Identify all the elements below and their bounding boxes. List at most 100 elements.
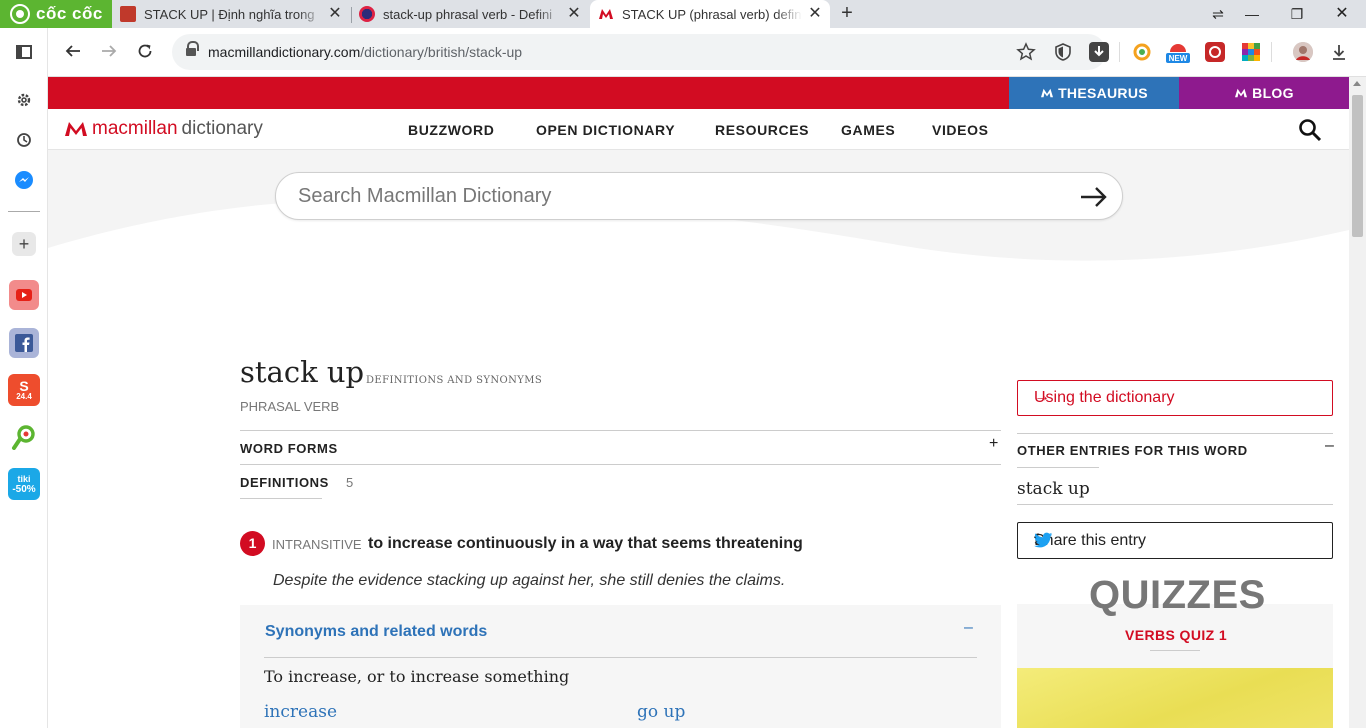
oxford-favicon-icon — [359, 6, 375, 22]
close-tab-icon[interactable]: ✕ — [806, 5, 824, 23]
tiki-label: tiki — [17, 473, 31, 484]
logo-part2: dictionary — [181, 118, 263, 139]
nav-games[interactable]: GAMES — [841, 122, 895, 138]
tab-strip: cốc cốc STACK UP | Định nghĩa trong ✕ st… — [0, 0, 1366, 28]
synonym-link[interactable]: increase — [264, 702, 337, 722]
facebook-icon[interactable] — [9, 328, 39, 358]
macmillan-logo[interactable]: macmillan dictionary — [64, 118, 263, 140]
scrollbar-thumb[interactable] — [1352, 95, 1363, 237]
youtube-icon[interactable] — [9, 280, 39, 310]
bookmark-star-icon[interactable] — [1016, 42, 1036, 62]
sidebar-divider — [8, 211, 40, 212]
share-entry-box: Share this entry f — [1017, 522, 1333, 559]
nav-videos[interactable]: VIDEOS — [932, 122, 989, 138]
search-submit-arrow-icon[interactable] — [1078, 181, 1110, 213]
page-scrollbar[interactable] — [1349, 77, 1366, 728]
scroll-up-arrow-icon[interactable] — [1353, 81, 1361, 86]
coccoc-logo-icon — [10, 4, 30, 24]
tiki-badge: -50% — [12, 483, 36, 495]
shield-favicon-icon — [120, 6, 136, 22]
tab-1[interactable]: STACK UP | Định nghĩa trong ✕ — [112, 0, 350, 28]
tab-title: STACK UP | Định nghĩa trong — [144, 6, 315, 22]
back-button[interactable] — [62, 42, 84, 64]
shield-icon[interactable] — [1053, 42, 1073, 62]
profile-avatar[interactable] — [1293, 42, 1313, 62]
other-entries-heading[interactable]: OTHER ENTRIES FOR THIS WORD — [1017, 443, 1248, 458]
twitter-share-icon[interactable] — [1034, 532, 1053, 548]
logo-part1: macmillan — [92, 118, 178, 139]
lock-icon[interactable] — [186, 41, 199, 57]
quiz-divider — [1150, 650, 1200, 651]
definitions-underline — [240, 498, 322, 499]
tab-title: stack-up phrasal verb - Defini — [383, 6, 553, 22]
web-page: THESAURUS BLOG macmillan dictionary BUZZW… — [48, 77, 1349, 728]
blog-label: BLOG — [1252, 85, 1294, 101]
synonym-link[interactable]: go up — [637, 702, 685, 722]
blog-link[interactable]: BLOG — [1179, 77, 1349, 109]
address-bar[interactable]: macmillandictionary.com/dictionary/briti… — [172, 34, 1106, 70]
search-input[interactable] — [298, 183, 1038, 209]
new-tab-button[interactable]: + — [836, 2, 858, 24]
color-grid-extension-icon[interactable] — [1241, 42, 1261, 62]
macmillan-mark-icon — [1235, 88, 1248, 98]
settings-icon[interactable] — [12, 88, 36, 112]
forward-button[interactable] — [98, 42, 120, 64]
example-sentence: Despite the evidence stacking up against… — [273, 572, 786, 589]
close-tab-icon[interactable]: ✕ — [326, 5, 344, 23]
definitions-heading: DEFINITIONS — [240, 475, 329, 490]
arrow-right-icon: → — [1034, 388, 1050, 405]
definitions-count: 5 — [346, 475, 354, 490]
cococ-map-icon[interactable] — [9, 422, 39, 452]
new-extension-icon[interactable]: NEW — [1166, 42, 1190, 63]
search-hero — [48, 150, 1349, 310]
using-the-dictionary-button[interactable]: Using the dictionary → — [1017, 380, 1333, 416]
reload-button[interactable] — [134, 42, 156, 64]
divider — [1017, 433, 1333, 434]
nav-resources[interactable]: RESOURCES — [715, 122, 809, 138]
other-entries-underline — [1017, 467, 1099, 468]
thesaurus-link[interactable]: THESAURUS — [1009, 77, 1179, 109]
other-entry-link[interactable]: stack up — [1017, 479, 1090, 499]
thesaurus-label: THESAURUS — [1058, 85, 1148, 101]
add-icon[interactable]: + — [12, 232, 36, 256]
word-forms-toggle[interactable]: WORD FORMS — [240, 441, 338, 456]
download-ext-icon[interactable] — [1089, 42, 1109, 62]
tab-3-active[interactable]: STACK UP (phrasal verb) defin ✕ — [590, 0, 830, 28]
close-tab-icon[interactable]: ✕ — [565, 5, 583, 23]
browser-sidebar: + S 24.4 tiki -50% — [0, 28, 48, 728]
expand-plus-icon[interactable]: + — [989, 435, 998, 453]
downloads-icon[interactable] — [1329, 42, 1349, 62]
quizzes-heading: QUIZZES — [1089, 573, 1266, 617]
url-domain: macmillandictionary.com — [208, 44, 361, 60]
coccoc-menu-button[interactable]: cốc cốc — [0, 0, 112, 28]
collapse-minus-icon[interactable]: – — [964, 619, 973, 637]
restore-button[interactable]: ❐ — [1275, 0, 1319, 28]
tiki-icon[interactable]: tiki -50% — [8, 468, 40, 500]
red-extension-icon[interactable] — [1205, 42, 1225, 62]
brand-name: cốc cốc — [36, 4, 103, 23]
grammar-label: INTRANSITIVE — [272, 537, 362, 552]
browser-toolbar: macmillandictionary.com/dictionary/briti… — [48, 28, 1366, 77]
nav-open-dictionary[interactable]: OPEN DICTIONARY — [536, 122, 675, 138]
quiz-image[interactable] — [1017, 668, 1333, 728]
svg-text:NEW: NEW — [1169, 54, 1188, 63]
quiz-title-link[interactable]: VERBS QUIZ 1 — [1125, 627, 1227, 643]
synonyms-heading[interactable]: Synonyms and related words — [265, 623, 487, 641]
search-box — [275, 172, 1123, 220]
tab-title: STACK UP (phrasal verb) defin — [622, 6, 802, 22]
synonyms-sense: To increase, or to increase something — [264, 667, 570, 686]
messenger-icon[interactable] — [12, 168, 36, 192]
minimize-button[interactable]: — — [1230, 0, 1274, 28]
search-icon[interactable] — [1298, 118, 1322, 142]
sidebar-toggle-icon[interactable] — [12, 40, 36, 64]
part-of-speech: PHRASAL VERB — [240, 399, 340, 414]
url-path: /dictionary/british/stack-up — [360, 44, 523, 60]
shopee-icon[interactable]: S 24.4 — [8, 374, 40, 406]
close-window-button[interactable]: ✕ — [1320, 0, 1364, 28]
nav-buzzword[interactable]: BUZZWORD — [408, 122, 494, 138]
tab-2[interactable]: stack-up phrasal verb - Defini ✕ — [351, 0, 589, 28]
history-icon[interactable] — [12, 128, 36, 152]
collapse-minus-icon[interactable]: – — [1325, 437, 1334, 455]
divider — [1017, 504, 1333, 505]
extension-ring-icon[interactable] — [1132, 42, 1152, 62]
